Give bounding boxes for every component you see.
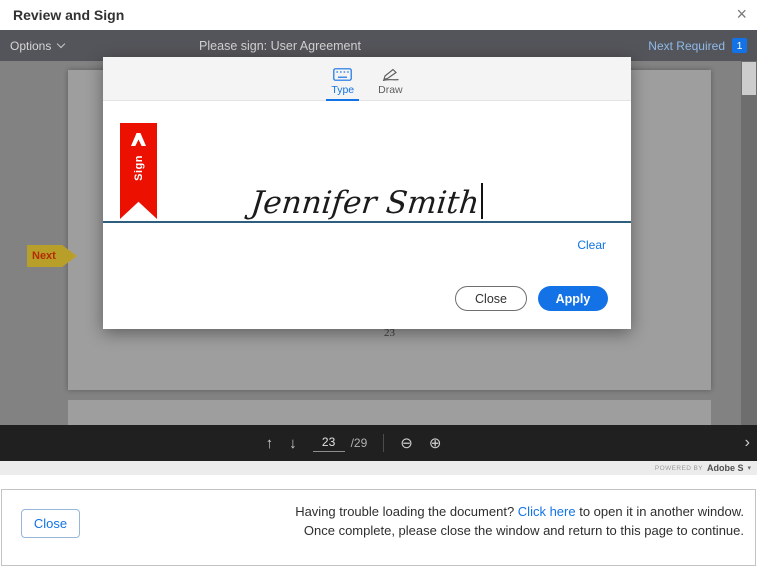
scrollbar[interactable] (741, 61, 757, 425)
tab-draw-label: Draw (378, 84, 403, 96)
footer-help-line1-prefix: Having trouble loading the document? (295, 504, 514, 519)
signature-line (103, 221, 631, 223)
toolbar-divider (383, 434, 384, 452)
close-window-icon[interactable]: × (736, 4, 747, 25)
next-required[interactable]: Next Required 1 (648, 30, 747, 61)
footer-help-line1: Having trouble loading the document? Cli… (295, 502, 744, 521)
tab-type[interactable]: Type (326, 57, 359, 101)
tab-type-label: Type (331, 84, 354, 96)
signature-dialog: Type Draw Sign Jennifer Smith Clear (103, 57, 631, 329)
footer-close-button[interactable]: Close (21, 509, 80, 538)
scrollbar-thumb[interactable] (742, 62, 756, 95)
signature-field[interactable]: Jennifer Smith (103, 171, 631, 219)
tab-draw[interactable]: Draw (373, 57, 408, 101)
document-page-next (68, 400, 711, 425)
footer-help-line1-suffix: to open it in another window. (579, 504, 744, 519)
chevron-down-icon (57, 40, 65, 48)
pdf-controls: ↑ ↓ 23 /29 ⊖ ⊕ (0, 425, 732, 461)
adobe-brand-label: Adobe S (707, 463, 744, 473)
text-cursor (481, 183, 483, 219)
footer-help-text: Having trouble loading the document? Cli… (295, 502, 744, 540)
click-here-link[interactable]: Click here (518, 504, 576, 519)
footer-help-line2: Once complete, please close the window a… (295, 521, 744, 540)
footer-panel: Close Having trouble loading the documen… (1, 489, 756, 566)
powered-by-strip: POWERED BY Adobe S ▾ (0, 461, 757, 475)
options-menu[interactable]: Options (10, 30, 64, 61)
page-down-icon[interactable]: ↓ (289, 435, 297, 452)
powered-caret-icon: ▾ (747, 464, 751, 472)
pdf-toolbar: ↑ ↓ 23 /29 ⊖ ⊕ › (0, 425, 757, 461)
toolbar-expand-icon[interactable]: › (745, 434, 750, 452)
zoom-out-icon[interactable]: ⊖ (400, 434, 413, 452)
zoom-in-icon[interactable]: ⊕ (429, 434, 442, 452)
next-required-count-badge: 1 (732, 38, 747, 53)
pen-icon (381, 68, 400, 81)
clear-link[interactable]: Clear (577, 238, 606, 252)
dialog-actions: Close Apply (455, 286, 608, 311)
signature-text-input[interactable]: Jennifer Smith (249, 188, 480, 219)
keyboard-icon (333, 68, 352, 81)
page-total-label: /29 (351, 436, 368, 450)
close-button[interactable]: Close (455, 286, 527, 311)
options-label: Options (10, 39, 51, 53)
next-arrow-label: Next (32, 250, 56, 262)
page-up-icon[interactable]: ↑ (266, 435, 274, 452)
titlebar: Review and Sign × (0, 0, 757, 30)
window-title: Review and Sign (13, 7, 124, 23)
signature-tabs: Type Draw (103, 57, 631, 101)
page-number-input[interactable]: 23 (313, 435, 345, 452)
adobe-logo-icon (131, 133, 146, 146)
apply-button[interactable]: Apply (538, 286, 608, 311)
next-required-label: Next Required (648, 39, 725, 53)
powered-by-label: POWERED BY (655, 465, 703, 472)
